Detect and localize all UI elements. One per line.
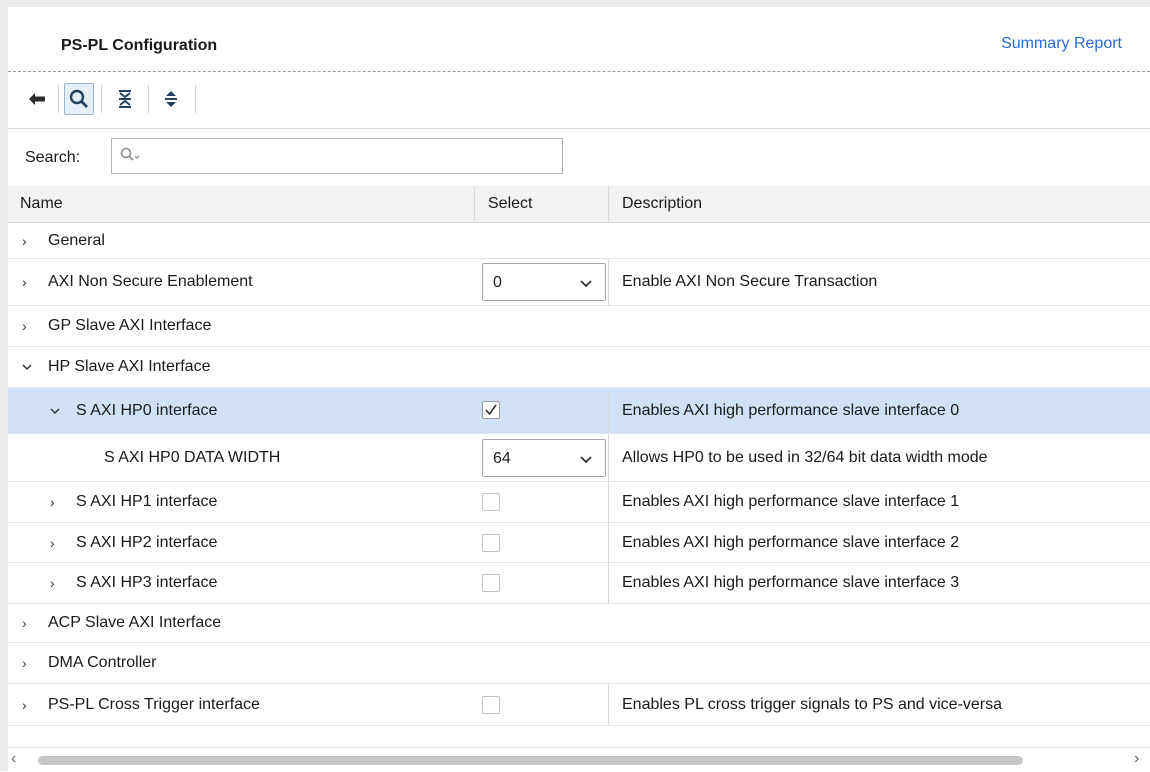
expand-all-icon[interactable] bbox=[156, 83, 186, 115]
search-icon[interactable] bbox=[64, 83, 94, 115]
chevron-right-icon[interactable]: › bbox=[22, 306, 27, 346]
row-description: Enables PL cross trigger signals to PS a… bbox=[622, 695, 1003, 713]
chevron-right-icon[interactable]: › bbox=[50, 563, 55, 603]
tree-row-hp-slave[interactable]: HP Slave AXI Interface bbox=[8, 347, 1150, 388]
row-name: S AXI HP2 interface bbox=[76, 533, 218, 551]
chevron-down-icon[interactable] bbox=[579, 452, 593, 470]
hp2-checkbox[interactable] bbox=[482, 534, 500, 552]
search-field[interactable] bbox=[111, 138, 563, 174]
table-header: Name Select Description bbox=[8, 186, 1150, 223]
row-name: S AXI HP0 interface bbox=[76, 401, 218, 419]
chevron-right-icon[interactable]: › bbox=[22, 643, 27, 683]
row-name: DMA Controller bbox=[48, 654, 157, 671]
toolbar-separator bbox=[58, 85, 59, 113]
column-divider bbox=[608, 482, 609, 522]
chevron-right-icon[interactable]: › bbox=[22, 684, 27, 725]
axi-non-secure-select[interactable]: 0 bbox=[482, 263, 606, 301]
scroll-right-icon[interactable]: › bbox=[1134, 750, 1139, 768]
tree-row-hp2[interactable]: › S AXI HP2 interface Enables AXI high p… bbox=[8, 523, 1150, 563]
hp0-checkbox[interactable] bbox=[482, 401, 500, 419]
window-top-border bbox=[0, 0, 1150, 7]
tree-row-general[interactable]: › General bbox=[8, 223, 1150, 259]
chevron-right-icon[interactable]: › bbox=[22, 223, 27, 258]
chevron-down-icon[interactable] bbox=[579, 276, 593, 294]
tree-row-cross-trigger[interactable]: › PS-PL Cross Trigger interface Enables … bbox=[8, 684, 1150, 726]
column-divider[interactable] bbox=[474, 186, 475, 222]
hp1-checkbox[interactable] bbox=[482, 493, 500, 511]
row-description: Enables AXI high performance slave inter… bbox=[622, 401, 960, 419]
search-dropdown-icon[interactable] bbox=[120, 147, 140, 168]
chevron-right-icon[interactable]: › bbox=[50, 523, 55, 562]
tree-row-gp-slave[interactable]: › GP Slave AXI Interface bbox=[8, 306, 1150, 347]
tree-row-hp0[interactable]: S AXI HP0 interface Enables AXI high per… bbox=[8, 388, 1150, 434]
column-divider bbox=[608, 388, 609, 433]
toolbar-separator bbox=[195, 85, 196, 113]
toolbar bbox=[8, 73, 1150, 129]
search-bar: Search: bbox=[8, 129, 1150, 185]
summary-report-link[interactable]: Summary Report bbox=[1001, 35, 1122, 53]
row-name: PS-PL Cross Trigger interface bbox=[48, 695, 260, 713]
row-name: AXI Non Secure Enablement bbox=[48, 273, 253, 290]
toolbar-separator bbox=[148, 85, 149, 113]
chevron-right-icon[interactable]: › bbox=[50, 482, 55, 522]
row-name: HP Slave AXI Interface bbox=[48, 358, 211, 375]
row-description: Allows HP0 to be used in 32/64 bit data … bbox=[622, 448, 988, 466]
page-header: PS-PL Configuration Summary Report bbox=[8, 7, 1150, 71]
toolbar-separator bbox=[101, 85, 102, 113]
row-name: ACP Slave AXI Interface bbox=[48, 614, 222, 631]
column-divider bbox=[608, 434, 609, 481]
chevron-down-icon[interactable] bbox=[49, 388, 61, 433]
cross-trigger-checkbox[interactable] bbox=[482, 696, 500, 714]
back-arrow-icon[interactable] bbox=[22, 83, 52, 115]
row-name: S AXI HP1 interface bbox=[76, 493, 218, 510]
select-value: 0 bbox=[493, 274, 502, 291]
chevron-right-icon[interactable]: › bbox=[22, 259, 27, 305]
hp3-checkbox[interactable] bbox=[482, 574, 500, 592]
tree-row-hp3[interactable]: › S AXI HP3 interface Enables AXI high p… bbox=[8, 563, 1150, 604]
row-name: S AXI HP0 DATA WIDTH bbox=[104, 448, 281, 466]
chevron-right-icon[interactable]: › bbox=[22, 604, 27, 642]
row-description: Enables AXI high performance slave inter… bbox=[622, 533, 960, 551]
tree-row-acp-slave[interactable]: › ACP Slave AXI Interface bbox=[8, 604, 1150, 643]
tree-row-dma-controller[interactable]: › DMA Controller bbox=[8, 643, 1150, 684]
select-value: 64 bbox=[493, 450, 511, 467]
row-description: Enables AXI high performance slave inter… bbox=[622, 574, 960, 591]
tree-row-hp0-data-width[interactable]: S AXI HP0 DATA WIDTH 64 Allows HP0 to be… bbox=[8, 434, 1150, 482]
scrollbar-thumb[interactable] bbox=[38, 756, 1023, 765]
column-header-description[interactable]: Description bbox=[622, 195, 702, 213]
column-divider bbox=[608, 259, 609, 305]
scroll-left-icon[interactable]: ‹ bbox=[11, 750, 16, 768]
column-header-select[interactable]: Select bbox=[488, 195, 532, 213]
window-left-border bbox=[0, 0, 8, 771]
tree-row-hp1[interactable]: › S AXI HP1 interface Enables AXI high p… bbox=[8, 482, 1150, 523]
row-description: Enables AXI high performance slave inter… bbox=[622, 493, 960, 510]
row-description: Enable AXI Non Secure Transaction bbox=[622, 273, 878, 290]
column-divider bbox=[608, 684, 609, 725]
horizontal-scrollbar[interactable]: ‹ › bbox=[8, 747, 1150, 772]
checkmark-icon bbox=[485, 404, 497, 416]
column-divider bbox=[608, 523, 609, 562]
row-name: S AXI HP3 interface bbox=[76, 574, 218, 591]
chevron-down-icon[interactable] bbox=[21, 347, 33, 387]
search-input[interactable] bbox=[142, 143, 556, 171]
page-title: PS-PL Configuration bbox=[61, 37, 218, 54]
search-label: Search: bbox=[25, 149, 81, 166]
collapse-all-icon[interactable] bbox=[110, 83, 140, 115]
row-name: GP Slave AXI Interface bbox=[48, 317, 212, 334]
row-name: General bbox=[48, 231, 105, 249]
header-divider bbox=[8, 71, 1150, 72]
column-divider bbox=[608, 563, 609, 603]
column-header-name[interactable]: Name bbox=[20, 195, 63, 213]
hp0-data-width-select[interactable]: 64 bbox=[482, 439, 606, 477]
column-divider[interactable] bbox=[608, 186, 609, 222]
tree-row-axi-non-secure[interactable]: › AXI Non Secure Enablement 0 Enable AXI… bbox=[8, 259, 1150, 306]
